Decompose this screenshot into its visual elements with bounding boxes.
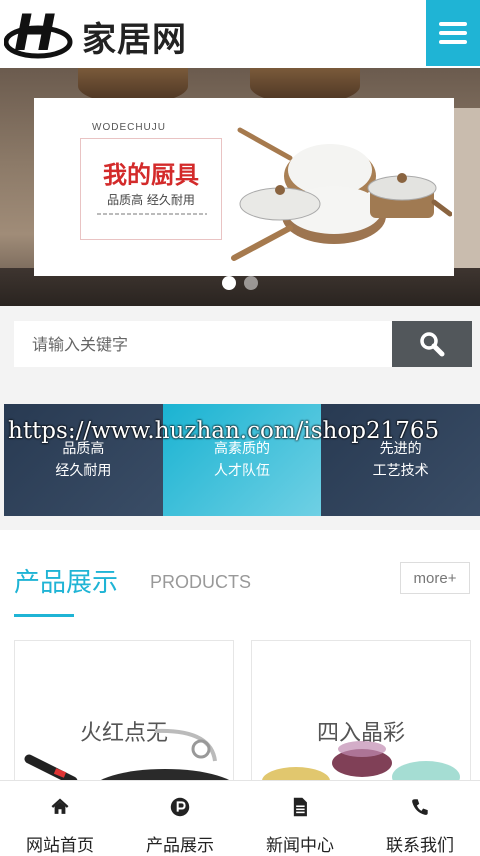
- nav-products-label: 产品展示: [146, 836, 214, 856]
- section-subtitle: PRODUCTS: [150, 572, 252, 592]
- section-underline: [14, 614, 74, 617]
- feature-line2: 经久耐用: [55, 463, 112, 479]
- logo-icon[interactable]: H: [4, 6, 74, 62]
- bottom-navigation: 网站首页 产品展示 新闻中心 联系我们: [0, 780, 480, 856]
- brand-frame: 我的厨具 品质高 经久耐用: [80, 138, 222, 240]
- section-title: 产品展示: [14, 568, 119, 598]
- product-card[interactable]: 四入晶彩: [251, 640, 471, 790]
- wok-image: [24, 728, 233, 789]
- svg-text:H: H: [14, 6, 56, 62]
- nav-home-label: 网站首页: [26, 836, 94, 856]
- brand-pinyin: WODECHUJU: [92, 122, 166, 133]
- document-icon: [293, 797, 307, 817]
- search-input[interactable]: [14, 321, 392, 367]
- product-card[interactable]: 火红点无: [14, 640, 234, 790]
- feature-line2: 工艺技术: [372, 463, 429, 479]
- nav-contact[interactable]: 联系我们: [360, 781, 480, 856]
- home-icon: [51, 798, 69, 814]
- carousel-dot-active[interactable]: [222, 276, 236, 290]
- site-name[interactable]: 家居网: [82, 12, 187, 61]
- cookware-image: [231, 127, 452, 261]
- products-section: 产品展示 PRODUCTS more+ 火红点无 四入晶彩: [0, 530, 480, 790]
- fine-print-decoration: [97, 213, 207, 215]
- product-p-icon: [170, 797, 190, 817]
- site-header: H 家居网: [0, 0, 480, 68]
- more-button[interactable]: more+: [400, 562, 470, 594]
- nav-news[interactable]: 新闻中心: [240, 781, 360, 856]
- carousel-dots: [222, 276, 258, 290]
- search-bar: [14, 321, 472, 367]
- nav-home[interactable]: 网站首页: [0, 781, 120, 856]
- phone-icon: [412, 799, 428, 815]
- watermark-text: https://www.huzhan.com/ishop21765: [8, 418, 440, 444]
- mobile-page: H 家居网 WODECHUJU 我的厨具 品质高 经久耐用 请输入关键字 品质高…: [0, 0, 480, 856]
- feature-line2: 人才队伍: [214, 463, 270, 479]
- hamburger-menu-button[interactable]: [426, 0, 480, 66]
- banner-headline: 我的厨具: [103, 161, 199, 189]
- hamburger-menu-icon: [439, 22, 467, 26]
- banner-slide: WODECHUJU 我的厨具 品质高 经久耐用: [34, 98, 454, 276]
- glass-bowls-image: [262, 741, 460, 789]
- search-button[interactable]: [392, 321, 472, 367]
- nav-news-label: 新闻中心: [266, 836, 334, 856]
- banner-carousel[interactable]: WODECHUJU 我的厨具 品质高 经久耐用: [0, 68, 480, 306]
- search-icon: [420, 332, 445, 357]
- nav-products[interactable]: 产品展示: [120, 781, 240, 856]
- nav-contact-label: 联系我们: [386, 836, 454, 856]
- carousel-dot[interactable]: [244, 276, 258, 290]
- banner-slogan: 品质高 经久耐用: [107, 193, 195, 207]
